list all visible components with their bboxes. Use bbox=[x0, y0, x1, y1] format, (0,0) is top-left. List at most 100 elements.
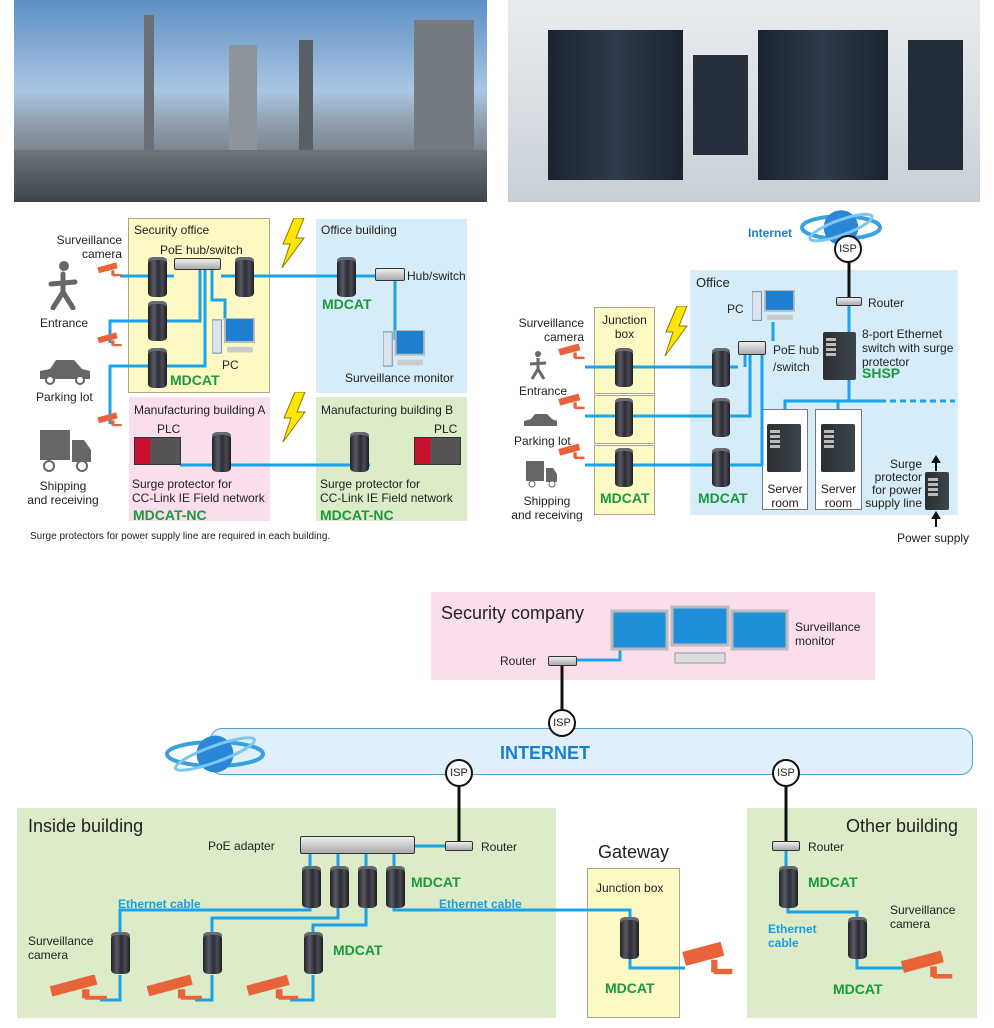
hub-switch bbox=[548, 656, 577, 666]
product-mdcat: MDCAT bbox=[600, 490, 650, 506]
ethernet-cable bbox=[628, 958, 685, 970]
hub-switch bbox=[772, 841, 800, 851]
car-icon bbox=[36, 357, 92, 385]
plc-label: PLC bbox=[157, 422, 181, 436]
product-mdcat: MDCAT bbox=[698, 490, 748, 506]
ethernet-cable-label: Ethernet cable bbox=[439, 897, 522, 911]
router-label: Router bbox=[868, 296, 905, 310]
surveillance-monitor-label: Surveillance monitor bbox=[795, 620, 861, 648]
mfg-a-title: Manufacturing building A bbox=[134, 403, 266, 417]
camera-label: Surveillance camera bbox=[518, 316, 584, 344]
mfg-b-title: Manufacturing building B bbox=[321, 403, 454, 417]
isp-node: ISP bbox=[772, 759, 800, 787]
product-mdcat: MDCAT bbox=[411, 874, 461, 890]
internet-label: INTERNET bbox=[500, 743, 590, 763]
ethernet-cable-label: Ethernet cable bbox=[768, 922, 817, 950]
mdcat-surge-protector bbox=[337, 257, 356, 297]
mdcat-surge-protector bbox=[712, 348, 730, 387]
product-shsp: SHSP bbox=[862, 365, 901, 381]
plc-device bbox=[134, 437, 181, 465]
lightning-icon bbox=[280, 217, 306, 270]
ethernet-switch bbox=[767, 424, 801, 472]
poe-hub-label: PoE hub /switch bbox=[773, 343, 820, 374]
hub-switch bbox=[445, 841, 473, 851]
mfg-b-description: Surge protector for CC-Link IE Field net… bbox=[320, 477, 453, 505]
server-room-label: Server room bbox=[820, 482, 857, 510]
lightning-icon bbox=[663, 305, 689, 358]
pc-label: PC bbox=[727, 302, 744, 316]
power-protector-label: Surge protector for power supply line bbox=[865, 457, 922, 510]
product-mdcat-nc: MDCAT-NC bbox=[133, 507, 207, 523]
server-room-label: Server room bbox=[767, 482, 803, 510]
pedestrian-icon bbox=[527, 350, 549, 380]
mdcat-surge-protector bbox=[615, 348, 633, 387]
poe-adapter-label: PoE adapter bbox=[208, 839, 275, 853]
car-icon bbox=[522, 412, 558, 429]
hub-switch bbox=[836, 297, 862, 306]
plc-device bbox=[414, 437, 461, 465]
truck-icon bbox=[525, 460, 558, 488]
security-company-title: Security company bbox=[441, 603, 585, 623]
ethernet-cable bbox=[210, 908, 340, 932]
camera-label: Surveillance camera bbox=[890, 903, 956, 931]
surveillance-camera-icon bbox=[558, 343, 586, 360]
pc-label: PC bbox=[222, 358, 239, 372]
mdcat-surge-protector bbox=[386, 866, 405, 908]
truck-icon bbox=[38, 428, 93, 473]
mdcat-surge-protector bbox=[848, 917, 867, 959]
ethernet-switch bbox=[821, 424, 855, 472]
surveillance-monitor-label: Surveillance monitor bbox=[345, 371, 454, 385]
mdcat-surge-protector bbox=[235, 257, 254, 297]
isp-node: ISP bbox=[834, 235, 862, 263]
camera-label: Surveillance camera bbox=[56, 233, 122, 261]
parking-label: Parking lot bbox=[514, 434, 571, 448]
hub-switch bbox=[375, 268, 405, 281]
camera-label: Surveillance camera bbox=[28, 934, 94, 962]
product-mdcat: MDCAT bbox=[322, 296, 372, 312]
office-building-title: Office building bbox=[321, 223, 397, 237]
plc-label: PLC bbox=[434, 422, 458, 436]
junction-box-label: Junction box bbox=[596, 881, 664, 895]
pc-icon bbox=[211, 317, 256, 355]
switch-description: 8-port Ethernet switch with surge protec… bbox=[862, 327, 954, 369]
mdcat-surge-protector bbox=[302, 866, 321, 908]
hub-switch bbox=[174, 258, 221, 270]
other-building-title: Other building bbox=[846, 816, 959, 836]
isp-node: ISP bbox=[548, 709, 576, 737]
shipping-label: Shipping and receiving bbox=[511, 494, 583, 522]
mdcat-surge-protector bbox=[148, 301, 167, 341]
pedestrian-icon bbox=[45, 260, 81, 311]
surveillance-camera-icon bbox=[245, 974, 301, 1001]
mdcat-surge-protector bbox=[712, 398, 730, 437]
product-mdcat: MDCAT bbox=[170, 372, 220, 388]
router-label: Router bbox=[500, 654, 537, 668]
mdcat-surge-protector bbox=[304, 932, 323, 974]
mdcat-surge-protector bbox=[615, 398, 633, 437]
pc-icon bbox=[382, 329, 426, 368]
ethernet-cable bbox=[585, 355, 764, 467]
product-mdcat: MDCAT bbox=[605, 980, 655, 996]
surveillance-camera-icon bbox=[145, 974, 205, 1001]
gateway-title: Gateway bbox=[598, 842, 670, 862]
hub-switch-label: Hub/switch bbox=[407, 269, 466, 283]
surveillance-camera-icon bbox=[900, 950, 955, 980]
isp-node: ISP bbox=[445, 759, 473, 787]
arrow-up-icon bbox=[930, 455, 942, 471]
mdcat-surge-protector bbox=[111, 932, 130, 974]
mfg-a-description: Surge protector for CC-Link IE Field net… bbox=[132, 477, 265, 505]
surveillance-camera-icon bbox=[97, 412, 123, 427]
mdcat-surge-protector bbox=[620, 917, 639, 959]
power-surge-protector bbox=[925, 472, 949, 510]
poe-hub-label: PoE hub/switch bbox=[160, 243, 243, 257]
product-mdcat: MDCAT bbox=[333, 942, 383, 958]
ethernet-cable bbox=[118, 908, 312, 932]
entrance-label: Entrance bbox=[40, 316, 89, 330]
mdcat-surge-protector bbox=[712, 448, 730, 487]
product-mdcat-nc: MDCAT-NC bbox=[320, 507, 394, 523]
shipping-label: Shipping and receiving bbox=[27, 479, 99, 507]
mdcat-surge-protector bbox=[148, 257, 167, 297]
globe-icon bbox=[165, 730, 265, 778]
product-mdcat: MDCAT bbox=[833, 981, 883, 997]
junction-box-label: Junction box bbox=[602, 313, 647, 341]
mdcat-surge-protector bbox=[779, 866, 798, 908]
